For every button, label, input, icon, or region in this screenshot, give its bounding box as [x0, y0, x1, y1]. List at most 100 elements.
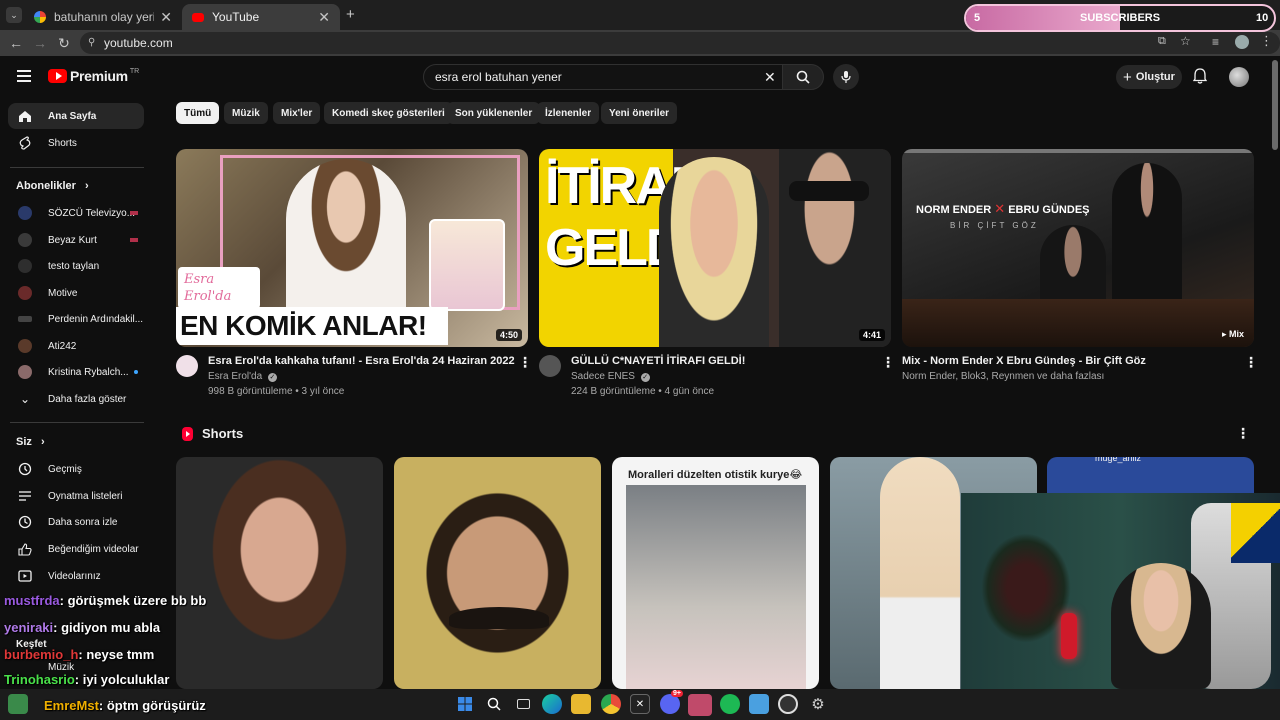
chip-mixes[interactable]: Mix'ler: [273, 102, 321, 124]
search-button[interactable]: [782, 64, 824, 90]
close-icon[interactable]: ✕: [160, 9, 172, 26]
close-icon[interactable]: ✕: [318, 9, 330, 26]
channel-avatar[interactable]: [176, 355, 198, 377]
thumbnail-stack-edge: [902, 149, 1254, 153]
notepad-icon[interactable]: [749, 694, 769, 714]
windows-start-icon[interactable]: [455, 694, 475, 714]
task-view-icon[interactable]: [513, 694, 533, 714]
voice-search-button[interactable]: [833, 64, 859, 90]
chat-text: : gidiyon mu abla: [53, 620, 161, 635]
chat-text: : öptm görüşürüz: [98, 698, 206, 713]
subscriptions-heading[interactable]: Abonelikler ›: [16, 180, 89, 192]
notifications-bell-icon[interactable]: [1192, 68, 1208, 89]
reload-icon[interactable]: ↻: [52, 35, 76, 52]
search-icon[interactable]: [484, 694, 504, 714]
discord-icon[interactable]: 9+: [660, 690, 683, 714]
search-icon: [796, 70, 810, 84]
video-title[interactable]: Esra Erol'da kahkaha tufanı! - Esra Erol…: [208, 355, 515, 367]
tab-google[interactable]: batuhanın olay yeri - Google'da ✕: [24, 4, 182, 30]
chip-all[interactable]: Tümü: [176, 102, 220, 124]
short-thumbnail[interactable]: [176, 457, 383, 689]
tab-search-button[interactable]: ⌄: [6, 7, 22, 23]
video-thumbnail[interactable]: NORM ENDER ✕ EBRU GÜNDEŞ BİR ÇİFT GÖZ ▸ …: [902, 149, 1254, 347]
more-options-icon[interactable]: ⋮: [518, 354, 532, 371]
more-options-icon[interactable]: ⋮: [881, 354, 895, 371]
sidebar-item-subscription[interactable]: Kristina Rybalch...: [8, 359, 144, 385]
shorts-more-options-icon[interactable]: ⋮: [1236, 425, 1250, 442]
hamburger-menu-icon[interactable]: [17, 70, 31, 82]
create-label: Oluştur: [1135, 71, 1175, 83]
account-avatar[interactable]: [1229, 67, 1249, 87]
sidebar-item-subscription[interactable]: Perdenin Ardındakil...: [8, 306, 144, 332]
mix-icon: ▸: [1221, 329, 1227, 339]
settings-icon[interactable]: ⚙: [808, 694, 828, 714]
video-title[interactable]: GÜLLÜ C*NAYETİ İTİRAFI GELDİ!: [571, 355, 745, 367]
video-thumbnail[interactable]: Esra Erol'da EN KOMİK ANLAR! 4:50: [176, 149, 528, 347]
channel-name[interactable]: Norm Ender, Blok3, Reynmen ve daha fazla…: [902, 371, 1104, 382]
address-bar[interactable]: ⚲ youtube.com ⧉ ☆: [80, 32, 1280, 54]
bookmark-star-icon[interactable]: ☆: [1180, 34, 1191, 48]
tab-title: batuhanın olay yeri - Google'da: [54, 10, 155, 24]
sidebar-item-history[interactable]: Geçmiş: [8, 456, 144, 482]
search-input[interactable]: esra erol batuhan yener ✕: [423, 64, 783, 90]
profile-avatar[interactable]: [1235, 35, 1249, 49]
sidebar-item-subscription[interactable]: testo taylan: [8, 253, 144, 279]
create-button[interactable]: + Oluştur: [1116, 65, 1182, 89]
chrome-icon[interactable]: [601, 694, 621, 714]
install-icon[interactable]: ⧉: [1158, 35, 1166, 48]
channel-name[interactable]: Esra Erol'da ✓: [208, 371, 277, 382]
site-info-icon[interactable]: ⚲: [88, 37, 95, 48]
thumbnail-inset: [429, 219, 505, 311]
spotify-icon[interactable]: [720, 694, 740, 714]
chip-watched[interactable]: İzlenenler: [537, 102, 600, 124]
you-heading[interactable]: Siz ›: [16, 436, 45, 448]
show-more-button[interactable]: ⌄ Daha fazla göster: [8, 386, 144, 412]
sidebar-item-subscription[interactable]: SÖZCÜ Televizyo...: [8, 200, 144, 226]
page-scrollbar[interactable]: [1272, 60, 1278, 150]
sidebar-item-playlists[interactable]: Oynatma listeleri: [8, 483, 144, 509]
short-thumbnail[interactable]: Moralleri düzelten otistik kurye😂: [612, 457, 819, 689]
sidebar-item-home[interactable]: Ana Sayfa: [8, 103, 144, 129]
channel-avatar[interactable]: [539, 355, 561, 377]
short-video-area: [626, 485, 806, 689]
sidebar-item-subscription[interactable]: Ati242: [8, 333, 144, 359]
webcam-flag: [1231, 503, 1280, 563]
forward-icon[interactable]: →: [28, 35, 52, 51]
channel-name[interactable]: Sadece ENES ✓: [571, 371, 650, 382]
sidebar-item-label: Beyaz Kurt: [48, 234, 97, 246]
more-options-icon[interactable]: ⋮: [1244, 354, 1258, 371]
sidebar-item-liked-videos[interactable]: Beğendiğim videolar: [8, 536, 144, 562]
browser-menu-icon[interactable]: ⋮: [1260, 33, 1273, 49]
thumbnail-headline: EN KOMİK ANLAR!: [176, 307, 448, 345]
chip-music[interactable]: Müzik: [224, 102, 268, 124]
media-control-icon[interactable]: ≡: [1212, 35, 1219, 49]
your-videos-icon: [10, 570, 40, 582]
app-icon[interactable]: [688, 694, 712, 716]
sidebar-item-subscription[interactable]: Beyaz Kurt: [8, 227, 144, 253]
youtube-logo[interactable]: Premium TR: [48, 68, 139, 84]
chevron-down-icon: ⌄: [19, 392, 31, 406]
sidebar-item-subscription[interactable]: Motive: [8, 280, 144, 306]
sidebar-item-watch-later[interactable]: Daha sonra izle: [8, 509, 144, 535]
video-title[interactable]: Mix - Norm Ender X Ebru Gündeş - Bir Çif…: [902, 355, 1146, 367]
verified-icon: ✓: [640, 373, 650, 382]
file-explorer-icon[interactable]: [571, 694, 591, 714]
widgets-icon[interactable]: [8, 694, 28, 714]
thumbnail-person: [880, 457, 960, 689]
short-thumbnail[interactable]: [394, 457, 601, 689]
chip-recently-uploaded[interactable]: Son yüklenenler: [447, 102, 541, 124]
chip-comedy-sketches[interactable]: Komedi skeç gösterileri: [324, 102, 453, 124]
subscriber-goal-start: 5: [974, 12, 981, 24]
back-icon[interactable]: ←: [4, 35, 28, 51]
edge-icon[interactable]: [542, 694, 562, 714]
tab-youtube[interactable]: YouTube ✕: [182, 4, 340, 30]
x-icon[interactable]: ✕: [630, 694, 650, 714]
sidebar-item-your-videos[interactable]: Videolarınız: [8, 563, 144, 589]
obs-icon[interactable]: [778, 694, 798, 714]
sidebar-item-shorts[interactable]: Shorts: [8, 130, 144, 156]
clear-search-icon[interactable]: ✕: [764, 69, 776, 86]
new-tab-button[interactable]: +: [346, 6, 355, 23]
sidebar-item-label: Videolarınız: [48, 570, 101, 582]
chip-new-to-you[interactable]: Yeni öneriler: [601, 102, 678, 124]
video-thumbnail[interactable]: İTİRAF GELDİ 4:41: [539, 149, 891, 347]
